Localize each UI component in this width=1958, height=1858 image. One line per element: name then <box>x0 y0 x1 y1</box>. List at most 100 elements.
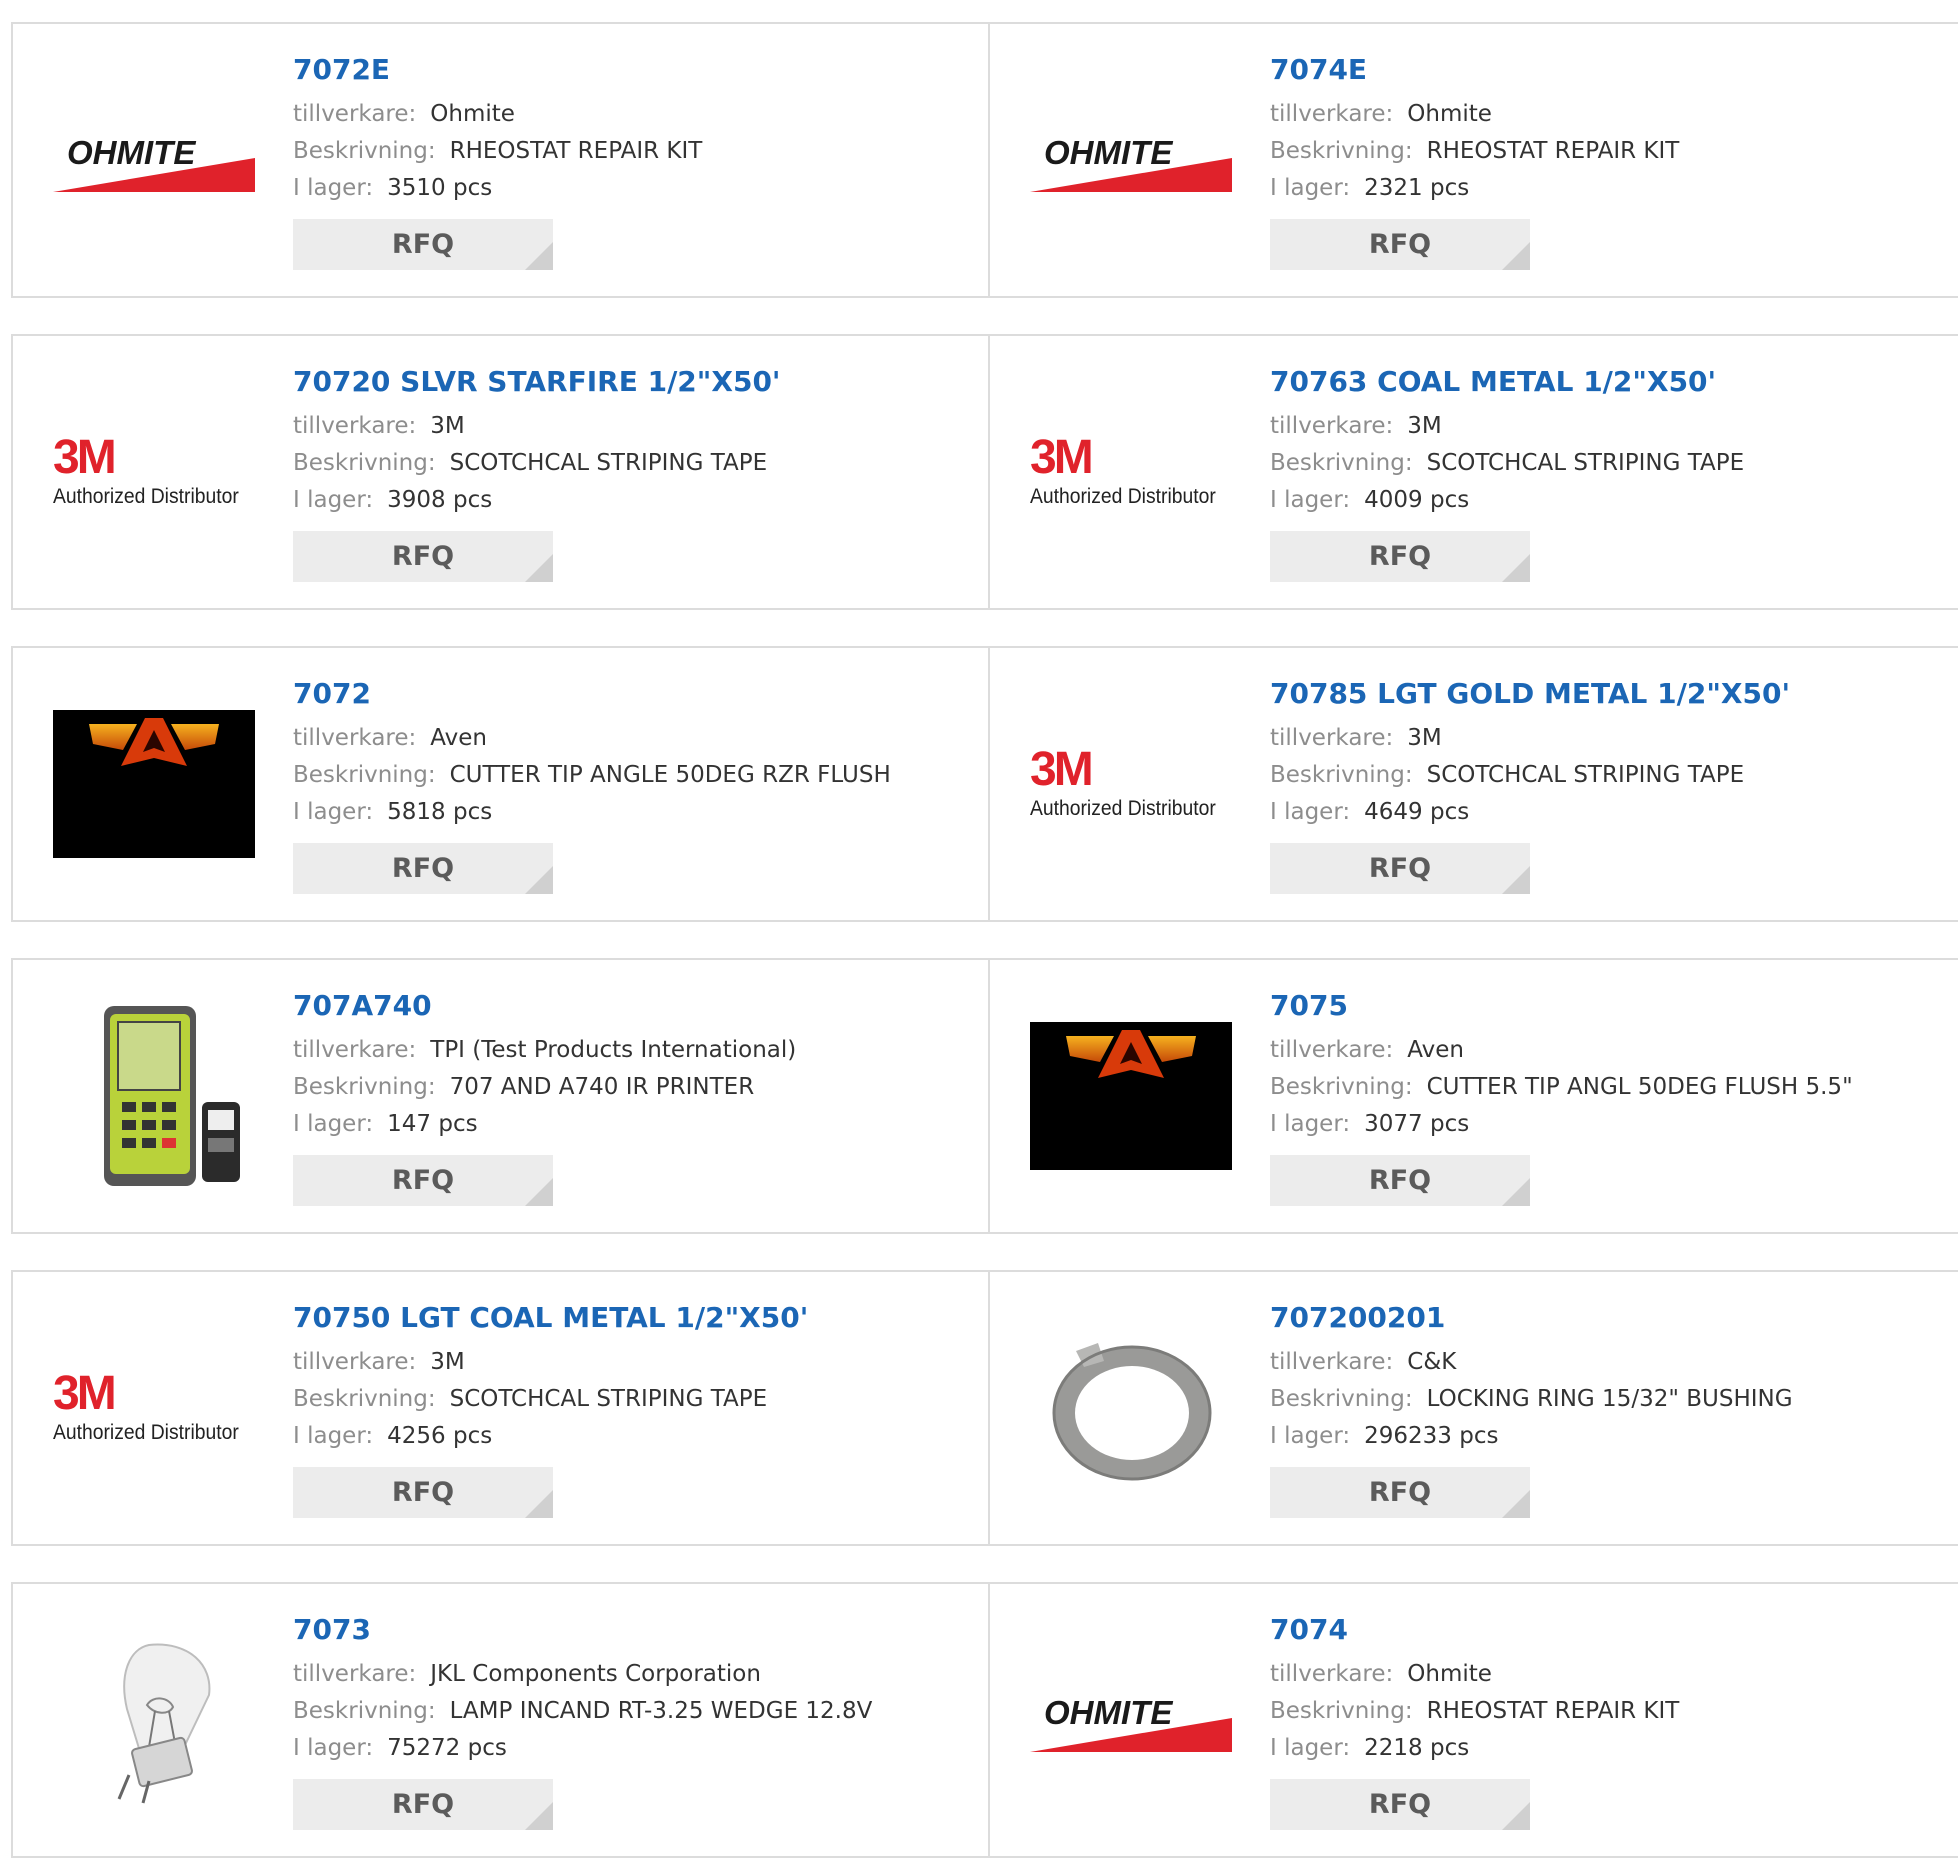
part-number-link[interactable]: 7072 <box>293 678 968 710</box>
ohmite-wordmark: OHMITE <box>1044 1694 1173 1731</box>
rfq-button[interactable]: RFQ <box>293 1155 553 1206</box>
part-number-link[interactable]: 707200201 <box>1270 1302 1946 1334</box>
rfq-label: RFQ <box>1368 1789 1432 1820</box>
manufacturer-label: tillverkare: <box>1270 1661 1394 1687</box>
manufacturer-label: tillverkare: <box>1270 725 1394 751</box>
manufacturer-label: tillverkare: <box>293 725 417 751</box>
product-card: OHMITE 7074 tillverkare: Ohmite Beskrivni… <box>988 1582 1958 1858</box>
part-number-link[interactable]: 7072E <box>293 54 968 86</box>
stock-value: 5818 pcs <box>387 799 493 825</box>
manufacturer-logo[interactable]: 3M Authorized Distributor <box>53 1307 255 1509</box>
description-value: SCOTCHCAL STRIPING TAPE <box>1426 762 1745 788</box>
stock-value: 4649 pcs <box>1364 799 1470 825</box>
description-row: Beskrivning: SCOTCHCAL STRIPING TAPE <box>1270 757 1946 794</box>
rfq-label: RFQ <box>391 229 455 260</box>
stock-label: I lager: <box>293 799 374 825</box>
manufacturer-value: Aven <box>1407 1037 1464 1063</box>
manufacturer-logo[interactable] <box>1030 1307 1232 1509</box>
manufacturer-logo[interactable]: 3M Authorized Distributor <box>1030 371 1232 573</box>
manufacturer-logo[interactable] <box>1030 995 1232 1197</box>
stock-label: I lager: <box>1270 1735 1351 1761</box>
description-value: LAMP INCAND RT-3.25 WEDGE 12.8V <box>449 1698 873 1724</box>
stock-label: I lager: <box>293 1423 374 1449</box>
description-row: Beskrivning: RHEOSTAT REPAIR KIT <box>1270 1693 1946 1730</box>
corner-fold-icon <box>1502 242 1530 270</box>
stock-value: 147 pcs <box>387 1111 478 1137</box>
product-info: 7073 tillverkare: JKL Components Corporat… <box>293 1614 968 1830</box>
rfq-button[interactable]: RFQ <box>1270 531 1530 582</box>
corner-fold-icon <box>525 1490 553 1518</box>
description-label: Beskrivning: <box>293 138 436 164</box>
manufacturer-logo[interactable]: OHMITE <box>1030 1619 1232 1821</box>
stock-row: I lager: 75272 pcs <box>293 1730 968 1767</box>
product-info: 70763 COAL METAL 1/2"X50' tillverkare: 3M… <box>1270 366 1946 582</box>
manufacturer-logo[interactable] <box>53 683 255 885</box>
manufacturer-logo[interactable]: 3M Authorized Distributor <box>53 371 255 573</box>
product-card: 7075 tillverkare: Aven Beskrivning: CUTTER… <box>988 958 1958 1234</box>
manufacturer-value: Ohmite <box>430 101 515 127</box>
product-card: 3M Authorized Distributor 70785 LGT GOLD… <box>988 646 1958 922</box>
rfq-label: RFQ <box>391 853 455 884</box>
part-number-link[interactable]: 707A740 <box>293 990 968 1022</box>
stock-row: I lager: 3908 pcs <box>293 482 968 519</box>
stock-label: I lager: <box>293 1111 374 1137</box>
product-info: 70720 SLVR STARFIRE 1/2"X50' tillverkare… <box>293 366 968 582</box>
description-row: Beskrivning: SCOTCHCAL STRIPING TAPE <box>293 445 968 482</box>
rfq-button[interactable]: RFQ <box>293 531 553 582</box>
manufacturer-label: tillverkare: <box>1270 1349 1394 1375</box>
manufacturer-row: tillverkare: 3M <box>293 408 968 445</box>
corner-fold-icon <box>1502 866 1530 894</box>
part-number-link[interactable]: 7074 <box>1270 1614 1946 1646</box>
description-value: CUTTER TIP ANGL 50DEG FLUSH 5.5" <box>1426 1074 1853 1100</box>
rfq-button[interactable]: RFQ <box>293 219 553 270</box>
rfq-label: RFQ <box>391 1789 455 1820</box>
product-info: 7072 tillverkare: Aven Beskrivning: CUTTER… <box>293 678 968 894</box>
description-label: Beskrivning: <box>1270 1386 1413 1412</box>
corner-fold-icon <box>525 1178 553 1206</box>
manufacturer-logo[interactable]: OHMITE <box>1030 59 1232 261</box>
part-number-link[interactable]: 7075 <box>1270 990 1946 1022</box>
part-number-link[interactable]: 70750 LGT COAL METAL 1/2"X50' <box>293 1302 968 1334</box>
stock-value: 296233 pcs <box>1364 1423 1499 1449</box>
part-number-link[interactable]: 70720 SLVR STARFIRE 1/2"X50' <box>293 366 968 398</box>
manufacturer-logo[interactable]: OHMITE <box>53 59 255 261</box>
part-number-link[interactable]: 7073 <box>293 1614 968 1646</box>
rfq-button[interactable]: RFQ <box>1270 1779 1530 1830</box>
stock-value: 3077 pcs <box>1364 1111 1470 1137</box>
rfq-button[interactable]: RFQ <box>1270 219 1530 270</box>
rfq-button[interactable]: RFQ <box>1270 1155 1530 1206</box>
rfq-button[interactable]: RFQ <box>293 843 553 894</box>
product-info: 7072E tillverkare: Ohmite Beskrivning: RHE… <box>293 54 968 270</box>
manufacturer-value: TPI (Test Products International) <box>430 1037 797 1063</box>
manufacturer-row: tillverkare: JKL Components Corporation <box>293 1656 968 1693</box>
description-label: Beskrivning: <box>293 762 436 788</box>
rfq-button[interactable]: RFQ <box>1270 843 1530 894</box>
rfq-label: RFQ <box>391 1165 455 1196</box>
manufacturer-logo[interactable] <box>53 1619 255 1821</box>
manufacturer-logo[interactable]: 3M Authorized Distributor <box>1030 683 1232 885</box>
stock-label: I lager: <box>1270 487 1351 513</box>
stock-row: I lager: 147 pcs <box>293 1106 968 1143</box>
stock-label: I lager: <box>1270 1111 1351 1137</box>
description-row: Beskrivning: LOCKING RING 15/32" BUSHING <box>1270 1381 1946 1418</box>
stock-row: I lager: 3077 pcs <box>1270 1106 1946 1143</box>
manufacturer-value: 3M <box>430 413 465 439</box>
rfq-button[interactable]: RFQ <box>293 1467 553 1518</box>
rfq-button[interactable]: RFQ <box>1270 1467 1530 1518</box>
product-card: 3M Authorized Distributor 70720 SLVR STA… <box>11 334 990 610</box>
description-value: 707 AND A740 IR PRINTER <box>449 1074 755 1100</box>
manufacturer-label: tillverkare: <box>1270 413 1394 439</box>
stock-row: I lager: 4649 pcs <box>1270 794 1946 831</box>
rfq-button[interactable]: RFQ <box>293 1779 553 1830</box>
product-card: OHMITE 7074E tillverkare: Ohmite Beskrivn… <box>988 22 1958 298</box>
corner-fold-icon <box>1502 1490 1530 1518</box>
manufacturer-row: tillverkare: Ohmite <box>1270 96 1946 133</box>
3m-mark: 3M <box>53 431 117 484</box>
stock-row: I lager: 4009 pcs <box>1270 482 1946 519</box>
part-number-link[interactable]: 70763 COAL METAL 1/2"X50' <box>1270 366 1946 398</box>
corner-fold-icon <box>1502 1802 1530 1830</box>
manufacturer-logo[interactable] <box>53 995 255 1197</box>
description-value: LOCKING RING 15/32" BUSHING <box>1426 1386 1793 1412</box>
part-number-link[interactable]: 7074E <box>1270 54 1946 86</box>
part-number-link[interactable]: 70785 LGT GOLD METAL 1/2"X50' <box>1270 678 1946 710</box>
